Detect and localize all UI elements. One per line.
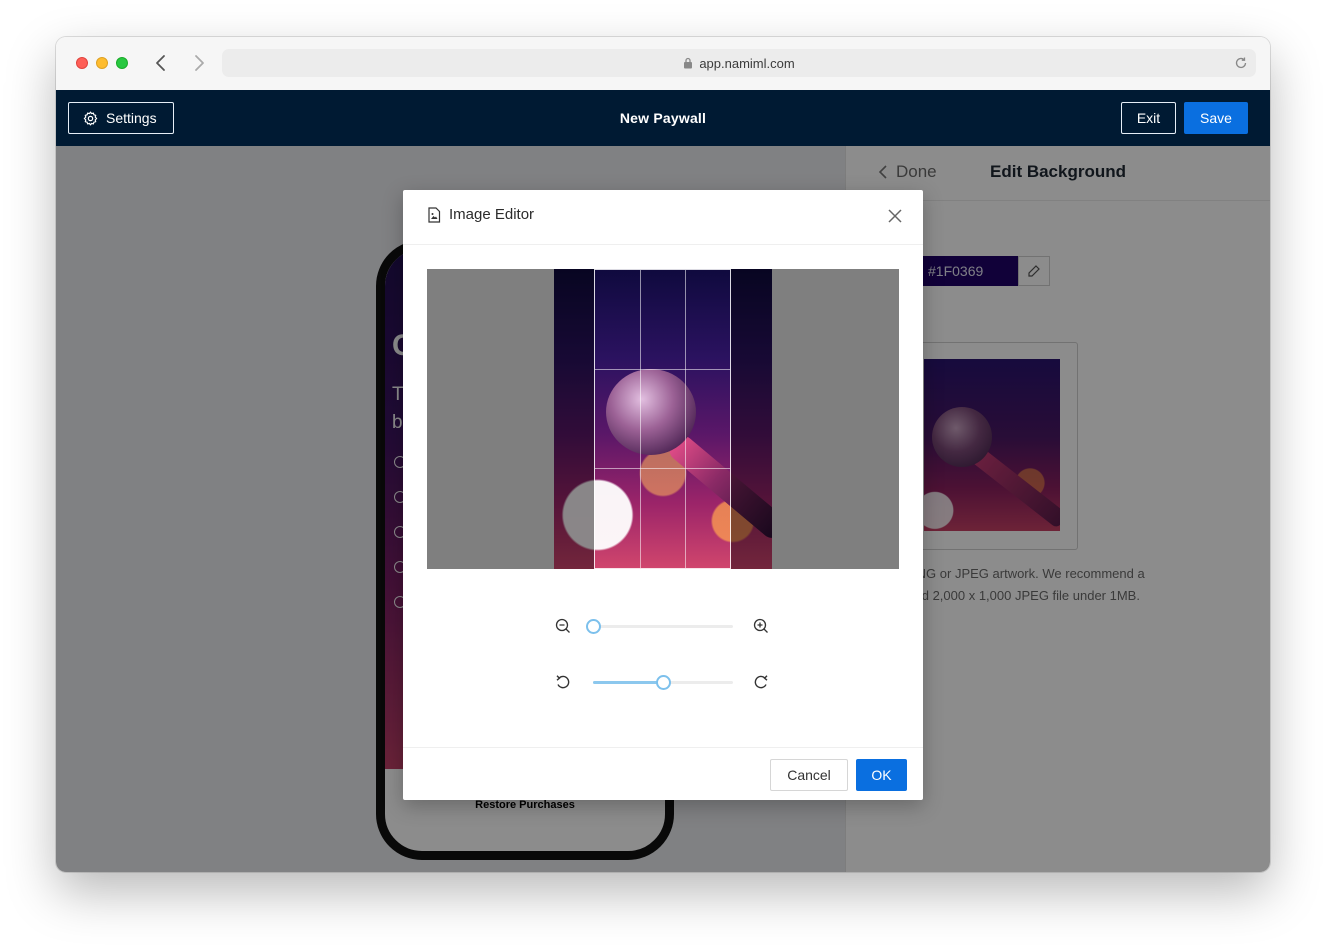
crop-mask-left (554, 269, 594, 569)
exit-button[interactable]: Exit (1121, 102, 1176, 134)
url-text: app.namiml.com (699, 55, 795, 71)
zoom-out-icon[interactable] (555, 618, 571, 634)
modal-footer: Cancel OK (403, 747, 923, 801)
forward-arrow-icon[interactable] (188, 53, 208, 73)
modal-title: Image Editor (427, 206, 534, 223)
modal-header: Image Editor (403, 190, 923, 245)
zoom-in-icon[interactable] (753, 618, 769, 634)
rotate-slider-handle[interactable] (656, 675, 671, 690)
rotate-left-icon[interactable] (555, 674, 571, 690)
address-bar[interactable]: app.namiml.com (222, 49, 1256, 77)
zoom-slider-row (555, 616, 775, 636)
browser-toolbar: app.namiml.com (56, 37, 1270, 91)
crop-canvas[interactable] (427, 269, 899, 569)
back-arrow-icon[interactable] (152, 53, 172, 73)
zoom-slider-handle[interactable] (586, 619, 601, 634)
rotate-slider[interactable] (593, 675, 733, 690)
zoom-slider[interactable] (586, 619, 733, 634)
modal-title-text: Image Editor (449, 206, 535, 223)
crop-selection-box[interactable] (594, 269, 731, 569)
rotate-slider-row (555, 672, 775, 692)
page-title: New Paywall (619, 110, 707, 126)
crop-mask-right (731, 269, 772, 569)
rotate-slider-fill (593, 681, 663, 684)
reload-icon[interactable] (1234, 56, 1248, 70)
rotate-right-icon[interactable] (753, 674, 769, 690)
crop-grid-line (639, 270, 641, 568)
image-file-icon (428, 206, 441, 223)
app-header: Settings New Paywall Exit Save (56, 90, 1270, 146)
image-editor-modal: Image Editor Cancel OK (403, 190, 923, 800)
cancel-button[interactable]: Cancel (770, 759, 848, 791)
minimize-window-button[interactable] (96, 57, 108, 69)
crop-grid-line (595, 369, 730, 371)
close-window-button[interactable] (76, 57, 88, 69)
ok-button[interactable]: OK (856, 759, 907, 791)
crop-grid-line (595, 468, 730, 470)
close-icon[interactable] (887, 208, 903, 224)
save-button[interactable]: Save (1184, 102, 1248, 134)
lock-icon (684, 57, 693, 69)
maximize-window-button[interactable] (116, 57, 128, 69)
crop-grid-line (684, 270, 686, 568)
